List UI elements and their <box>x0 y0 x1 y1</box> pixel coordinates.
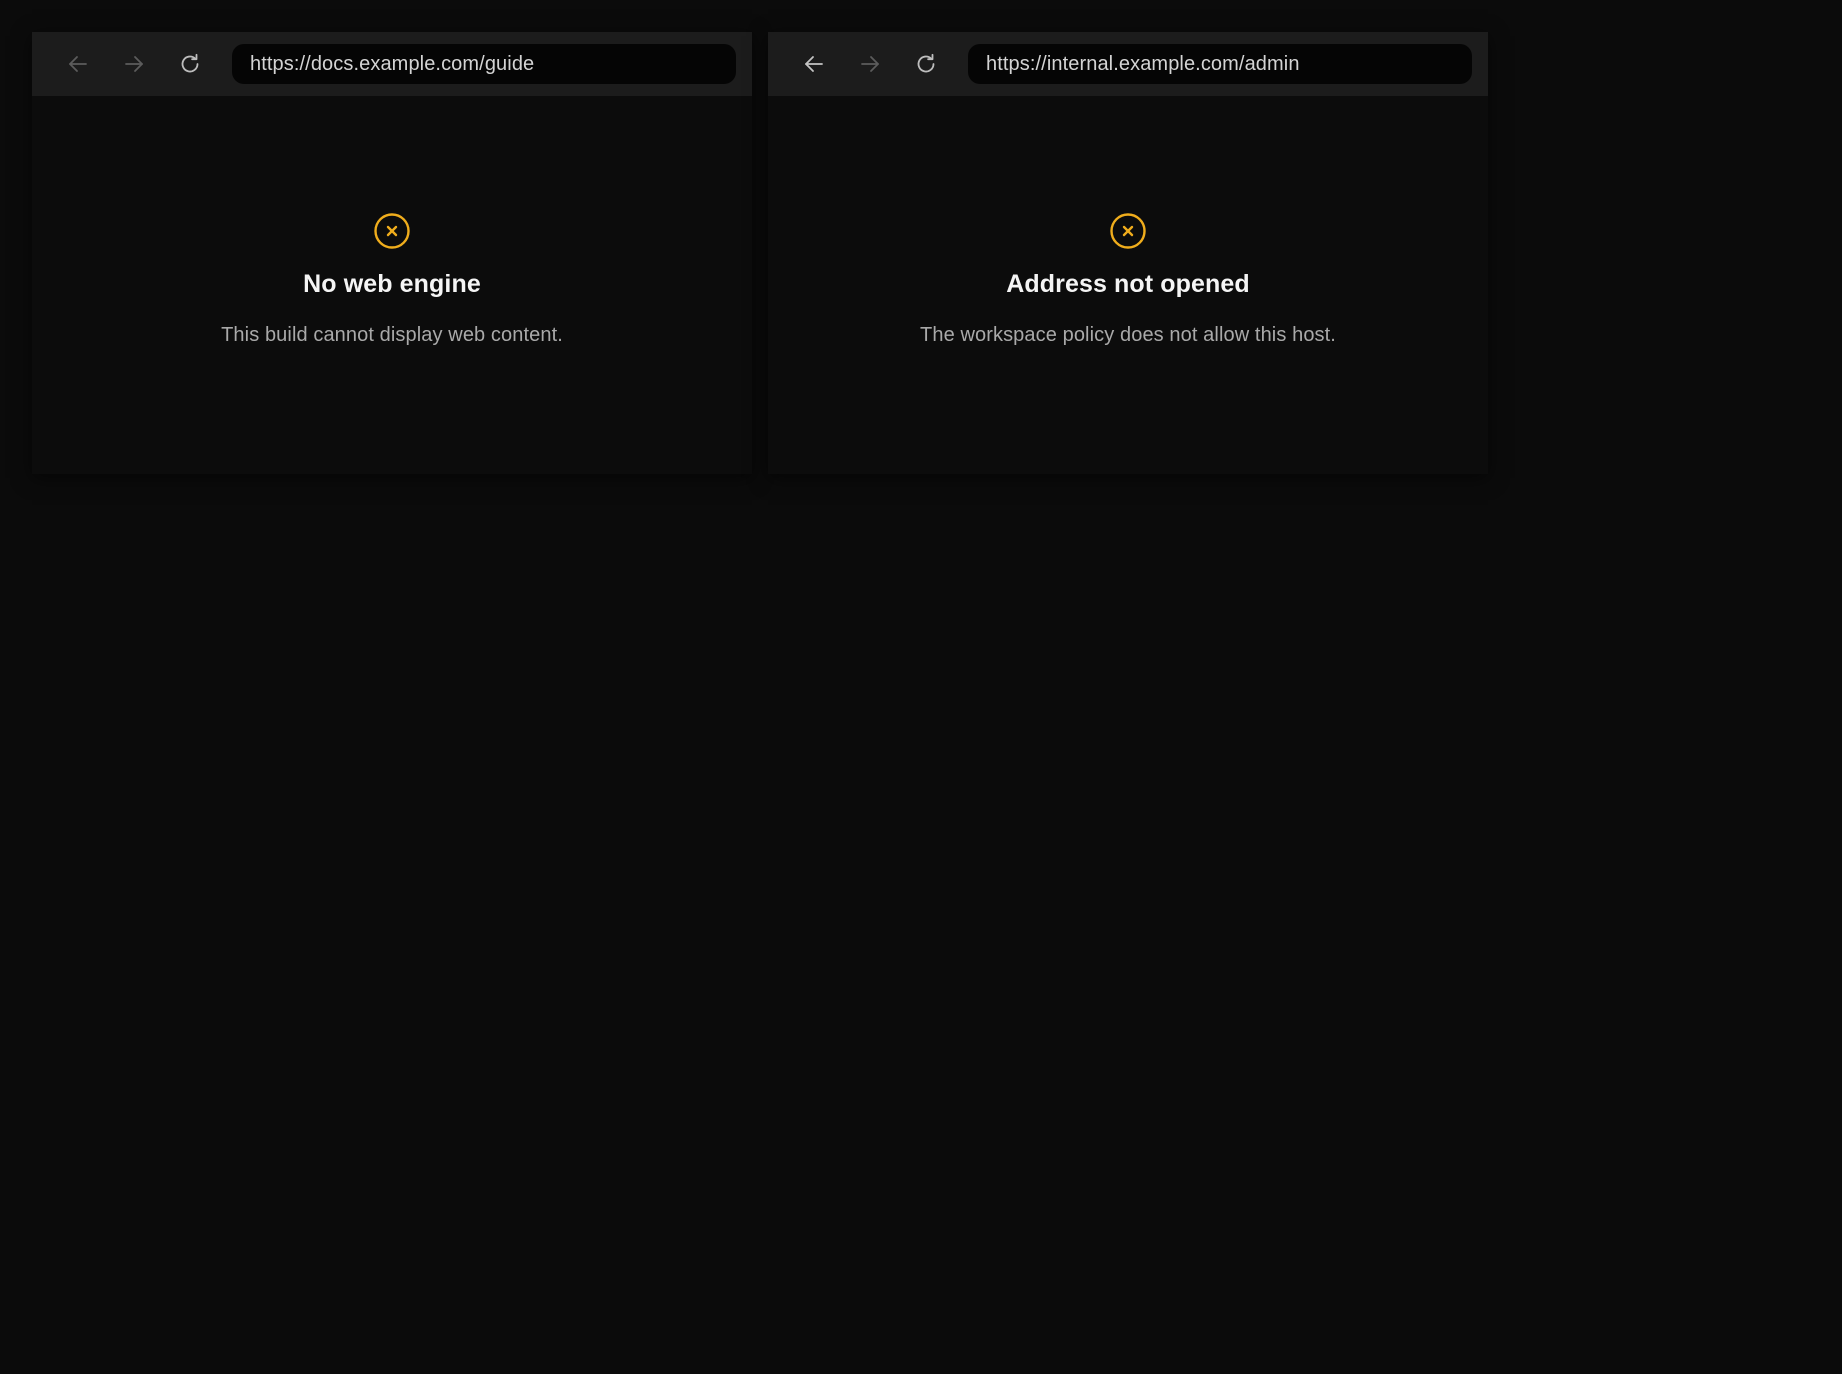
browser-pane: Address not opened The workspace policy … <box>768 32 1488 474</box>
browser-pane: No web engine This build cannot display … <box>32 32 752 474</box>
error-title: No web engine <box>303 270 481 298</box>
error-message: This build cannot display web content. <box>221 324 563 346</box>
browser-panes: No web engine This build cannot display … <box>32 32 1488 474</box>
reload-icon <box>917 53 935 73</box>
url-input[interactable] <box>986 52 1454 76</box>
close-circle-icon <box>1109 212 1147 250</box>
browser-toolbar <box>32 32 752 96</box>
arrow-right-icon <box>125 56 143 72</box>
close-circle-icon <box>373 212 411 250</box>
reload-button[interactable] <box>162 44 218 84</box>
browser-toolbar <box>768 32 1488 96</box>
url-input[interactable] <box>250 52 718 76</box>
reload-icon <box>181 53 199 73</box>
forward-button[interactable] <box>106 44 162 84</box>
arrow-left-icon <box>69 56 87 72</box>
reload-button[interactable] <box>898 44 954 84</box>
arrow-right-icon <box>861 56 879 72</box>
error-title: Address not opened <box>1006 270 1250 298</box>
error-page: No web engine This build cannot display … <box>32 96 752 474</box>
forward-button[interactable] <box>842 44 898 84</box>
address-bar[interactable] <box>968 44 1472 84</box>
arrow-left-icon <box>805 56 823 72</box>
back-button[interactable] <box>786 44 842 84</box>
error-message: The workspace policy does not allow this… <box>920 324 1336 346</box>
address-bar[interactable] <box>232 44 736 84</box>
error-page: Address not opened The workspace policy … <box>768 96 1488 474</box>
back-button[interactable] <box>50 44 106 84</box>
